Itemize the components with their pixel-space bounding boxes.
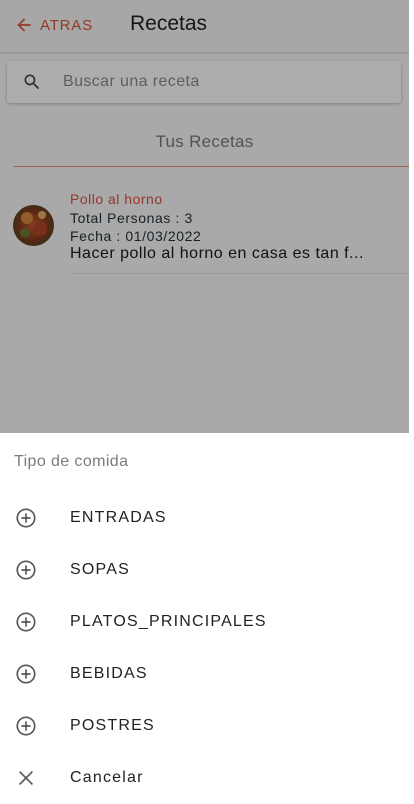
cancel-label: Cancelar (70, 769, 144, 786)
option-label: PLATOS_PRINCIPALES (70, 613, 267, 630)
add-circle-icon (16, 612, 36, 632)
option-label: ENTRADAS (70, 509, 167, 526)
option-bebidas[interactable]: BEBIDAS (0, 648, 409, 700)
option-entradas[interactable]: ENTRADAS (0, 492, 409, 544)
option-label: BEBIDAS (70, 665, 148, 682)
add-circle-icon (16, 716, 36, 736)
add-circle-icon (16, 664, 36, 684)
recipes-screen: ATRAS Recetas Tus Recetas (0, 0, 409, 802)
option-label: POSTRES (70, 717, 155, 734)
close-icon (18, 770, 34, 786)
edge-strip (409, 0, 414, 802)
option-label: SOPAS (70, 561, 130, 578)
sheet-title: Tipo de comida (14, 453, 129, 470)
add-circle-icon (16, 508, 36, 528)
add-circle-icon (16, 560, 36, 580)
option-sopas[interactable]: SOPAS (0, 544, 409, 596)
bottom-sheet: Tipo de comida ENTRADAS SOPAS PLATOS_PRI… (0, 433, 409, 802)
option-platos-principales[interactable]: PLATOS_PRINCIPALES (0, 596, 409, 648)
option-postres[interactable]: POSTRES (0, 700, 409, 752)
cancel-option[interactable]: Cancelar (0, 752, 409, 804)
modal-overlay[interactable] (0, 0, 409, 433)
